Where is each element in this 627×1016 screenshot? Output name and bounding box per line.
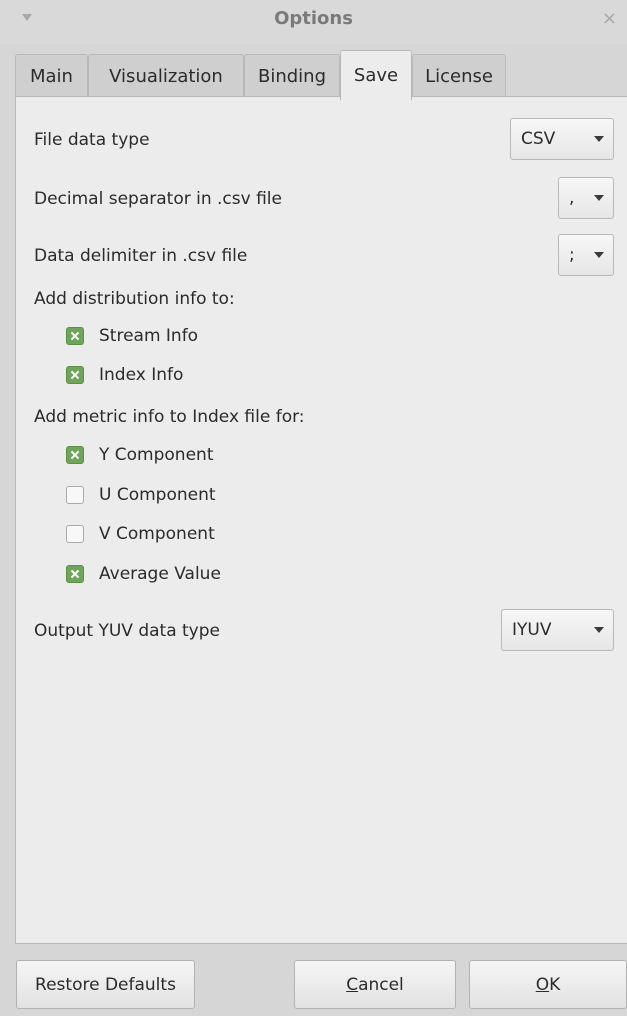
ok-button[interactable]: OK [469,960,627,1009]
tab-binding[interactable]: Binding [244,54,340,98]
chevron-down-icon [594,136,604,142]
checkbox-unchecked-icon[interactable] [66,486,84,504]
data-delimiter-label: Data delimiter in .csv file [34,246,248,266]
close-icon[interactable]: × [602,8,617,29]
tab-visualization[interactable]: Visualization [88,54,244,98]
stream-info-checkbox[interactable]: Stream Info [66,326,198,346]
output-yuv-value: IYUV [512,620,552,640]
file-data-type-value: CSV [521,129,556,149]
ok-label-rest: K [549,974,561,995]
cancel-label: Cancel [346,975,404,995]
tab-save[interactable]: Save [340,50,412,100]
checkbox-checked-icon[interactable] [66,565,84,583]
restore-defaults-label: Restore Defaults [35,974,176,995]
decimal-separator-value: , [569,188,575,208]
output-yuv-label: Output YUV data type [34,621,220,641]
decimal-separator-label: Decimal separator in .csv file [34,189,282,209]
file-data-type-select[interactable]: CSV [510,118,614,160]
checkbox-label: Average Value [99,564,221,584]
u-component-checkbox[interactable]: U Component [66,485,216,505]
ok-mnemonic: O [535,974,550,995]
checkbox-label: Y Component [99,445,214,465]
metric-heading: Add metric info to Index file for: [34,407,305,427]
tab-main[interactable]: Main [15,54,88,98]
save-tab-panel: File data type CSV Decimal separator in … [15,96,627,944]
data-delimiter-value: ; [569,245,575,265]
window-title: Options [274,8,353,29]
chevron-down-icon [594,627,604,633]
distribution-heading: Add distribution info to: [34,289,235,309]
checkbox-checked-icon[interactable] [66,366,84,384]
checkbox-label: Index Info [99,365,184,385]
data-delimiter-select[interactable]: ; [558,234,614,276]
title-bar: Options × [0,0,627,44]
chevron-down-icon [594,195,604,201]
checkbox-label: V Component [99,524,215,544]
output-yuv-select[interactable]: IYUV [501,609,614,651]
v-component-checkbox[interactable]: V Component [66,524,215,544]
tab-license[interactable]: License [412,54,506,98]
file-data-type-label: File data type [34,130,150,150]
checkbox-checked-icon[interactable] [66,446,84,464]
restore-defaults-button[interactable]: Restore Defaults [16,960,195,1009]
index-info-checkbox[interactable]: Index Info [66,365,183,385]
ok-label: OK [536,975,561,995]
cancel-mnemonic: C [346,974,359,995]
cancel-label-rest: ancel [358,974,404,995]
chevron-down-icon [594,252,604,258]
checkbox-label: Stream Info [99,326,199,346]
y-component-checkbox[interactable]: Y Component [66,445,213,465]
checkbox-label: U Component [99,485,216,505]
cancel-button[interactable]: Cancel [294,960,456,1009]
checkbox-checked-icon[interactable] [66,327,84,345]
average-value-checkbox[interactable]: Average Value [66,564,221,584]
checkbox-unchecked-icon[interactable] [66,525,84,543]
decimal-separator-select[interactable]: , [558,177,614,219]
